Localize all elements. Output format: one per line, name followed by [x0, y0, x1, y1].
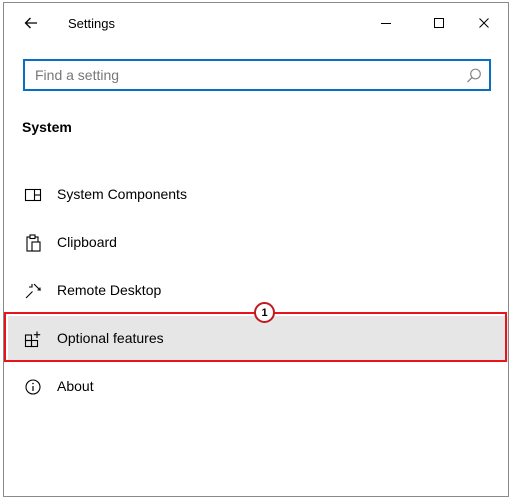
- info-icon: [25, 379, 41, 395]
- nav-item-about[interactable]: About: [8, 364, 508, 410]
- maximize-button[interactable]: [423, 9, 455, 37]
- system-components-icon: [24, 188, 42, 202]
- nav-item-label: Optional features: [57, 330, 164, 346]
- minimize-button[interactable]: [370, 9, 402, 37]
- search-icon[interactable]: [465, 67, 483, 85]
- close-button[interactable]: [468, 9, 500, 37]
- section-heading: System: [22, 119, 72, 135]
- nav-item-clipboard[interactable]: Clipboard: [8, 220, 508, 266]
- nav-item-optional-features[interactable]: Optional features: [8, 316, 508, 362]
- nav-item-label: System Components: [57, 186, 187, 202]
- optional-features-icon: [24, 331, 41, 348]
- title-bar: Settings: [4, 3, 508, 43]
- back-button[interactable]: [14, 11, 48, 35]
- search-input[interactable]: [25, 61, 489, 89]
- back-arrow-icon: [24, 17, 37, 29]
- nav-item-label: Remote Desktop: [57, 282, 162, 298]
- settings-window: Settings System Sys: [3, 2, 509, 497]
- window-title: Settings: [68, 16, 115, 31]
- close-icon: [479, 18, 489, 28]
- clipboard-icon: [26, 234, 41, 252]
- search-box: [23, 59, 491, 91]
- maximize-icon: [434, 18, 444, 28]
- nav-item-system-components[interactable]: System Components: [8, 172, 508, 218]
- nav-item-label: About: [57, 378, 94, 394]
- remote-desktop-icon: [25, 283, 42, 299]
- nav-item-label: Clipboard: [57, 234, 117, 250]
- step-badge: 1: [254, 302, 275, 323]
- minimize-icon: [381, 23, 391, 24]
